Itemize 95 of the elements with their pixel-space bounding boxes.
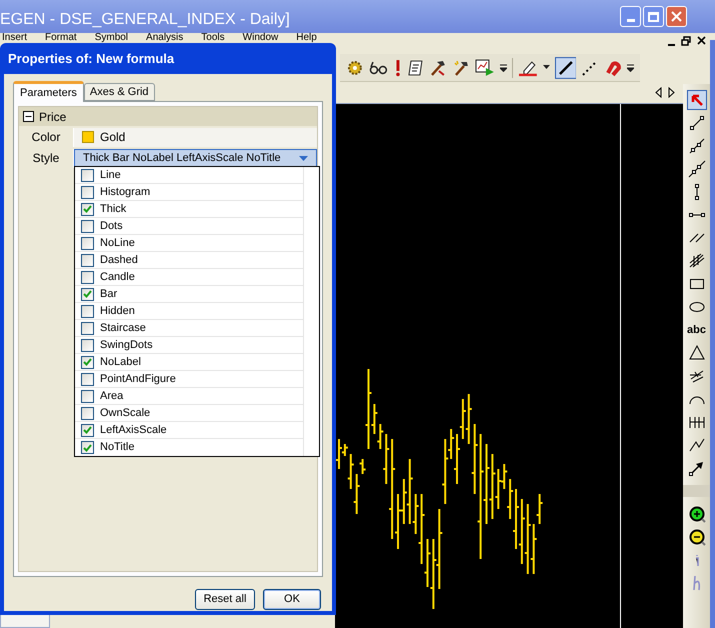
menu-item[interactable]: Symbol	[92, 33, 130, 43]
option-label: NoLabel	[100, 354, 141, 370]
zoom-in-icon[interactable]	[686, 504, 706, 524]
dropdown-icon[interactable]	[627, 64, 634, 72]
checkbox[interactable]	[81, 338, 94, 352]
checkbox[interactable]	[81, 322, 94, 334]
glasses-icon[interactable]	[368, 60, 389, 74]
style-option[interactable]: SwingDots	[75, 337, 303, 354]
text-tool-button[interactable]: abc	[687, 320, 706, 340]
zoom-out-icon[interactable]	[686, 527, 706, 547]
checkbox[interactable]	[81, 236, 94, 250]
chart-play-icon[interactable]	[475, 58, 495, 76]
checkbox[interactable]	[81, 304, 94, 318]
style-option[interactable]: NoLine	[75, 235, 303, 252]
checkbox[interactable]	[81, 288, 94, 300]
style-dropdown[interactable]: Thick Bar NoLabel LeftAxisScale NoTitle	[74, 148, 317, 168]
gear-icon[interactable]	[346, 58, 364, 76]
option-label: Thick	[100, 202, 126, 217]
checkbox[interactable]	[81, 168, 94, 182]
hammer-icon[interactable]	[429, 58, 448, 76]
checkbox[interactable]	[81, 270, 94, 284]
dropdown-arrow-icon	[299, 156, 308, 160]
style-option[interactable]: Line	[75, 167, 303, 184]
minimize-button[interactable]	[620, 6, 641, 27]
style-option[interactable]: Hidden	[75, 303, 303, 320]
close-icon[interactable]	[697, 36, 706, 45]
property-value: Gold	[100, 129, 126, 146]
pen-icon[interactable]	[518, 58, 538, 76]
tab[interactable]: Axes & Grid	[84, 83, 155, 101]
line-tool-icon[interactable]	[554, 56, 576, 78]
option-label: OwnScale	[100, 406, 150, 421]
style-option[interactable]: Candle	[75, 269, 303, 286]
scroll-right-icon[interactable]	[668, 87, 675, 98]
option-label: NoLine	[100, 236, 135, 251]
close-icon	[671, 11, 682, 22]
menu-item[interactable]: Insert	[0, 33, 30, 43]
menu-item[interactable]: Tools	[199, 33, 227, 43]
menu-item[interactable]: Help	[294, 33, 319, 43]
option-label: Dashed	[100, 252, 138, 268]
hammer-icon[interactable]	[452, 58, 470, 76]
option-label: SwingDots	[100, 338, 153, 353]
collapse-icon[interactable]	[23, 111, 34, 122]
style-option[interactable]: Dots	[75, 218, 303, 235]
caret-icon[interactable]	[542, 65, 550, 70]
checkbox[interactable]	[81, 356, 94, 368]
menu-item[interactable]: Format	[43, 33, 79, 43]
style-option[interactable]: Area	[75, 388, 303, 405]
extended-line-icon[interactable]	[686, 159, 706, 179]
style-option[interactable]: Bar	[75, 286, 303, 303]
option-label: Hidden	[100, 304, 135, 319]
maximize-button[interactable]	[643, 6, 664, 27]
window-title: EGEN - DSE_GENERAL_INDEX - Daily]	[0, 10, 290, 30]
option-label: LeftAxisScale	[100, 422, 167, 438]
dialog-title: Properties of: New formula	[8, 50, 174, 68]
scroll-left-icon[interactable]	[655, 87, 662, 98]
checkbox[interactable]	[81, 390, 94, 402]
style-option[interactable]: PointAndFigure	[75, 371, 303, 388]
dropdown-icon[interactable]	[500, 64, 507, 72]
style-option[interactable]: Dashed	[75, 252, 303, 269]
checkbox[interactable]	[81, 372, 94, 386]
menu-item[interactable]: Analysis	[144, 33, 186, 43]
menu-item[interactable]: Window	[240, 33, 280, 43]
option-label: Dots	[100, 218, 123, 234]
exclamation-icon[interactable]	[394, 58, 402, 76]
toolbar-gripper[interactable]	[683, 485, 710, 497]
checkbox[interactable]	[81, 441, 94, 454]
checkbox[interactable]	[81, 220, 94, 232]
section-label: Price	[39, 108, 66, 126]
checkbox[interactable]	[81, 424, 94, 436]
style-option[interactable]: NoTitle	[75, 439, 303, 456]
style-option[interactable]: Staircase	[75, 320, 303, 337]
dialog-button[interactable]: OK	[263, 589, 321, 610]
close-button[interactable]	[666, 6, 687, 27]
style-option[interactable]: Histogram	[75, 184, 303, 201]
option-label: Candle	[100, 270, 135, 285]
option-label: Staircase	[100, 320, 146, 336]
scroll-icon[interactable]	[406, 58, 424, 76]
checkbox[interactable]	[81, 202, 94, 216]
tab[interactable]: Parameters	[13, 81, 84, 102]
style-option[interactable]: Thick	[75, 201, 303, 218]
option-label: Histogram	[100, 184, 150, 200]
option-label: Area	[100, 388, 124, 404]
restore-icon[interactable]	[681, 36, 691, 46]
magnet-icon[interactable]	[604, 58, 622, 76]
checkbox[interactable]	[81, 254, 94, 266]
style-option[interactable]: NoLabel	[75, 354, 303, 371]
option-label: Bar	[100, 286, 118, 302]
checkbox[interactable]	[81, 406, 94, 420]
option-label: NoTitle	[100, 440, 134, 456]
option-label: PointAndFigure	[100, 372, 176, 387]
dialog-button[interactable]: Reset all	[195, 589, 255, 610]
style-option[interactable]: OwnScale	[75, 405, 303, 422]
checkbox[interactable]	[81, 186, 94, 198]
option-label: Line	[100, 168, 121, 183]
style-option[interactable]: LeftAxisScale	[75, 422, 303, 439]
